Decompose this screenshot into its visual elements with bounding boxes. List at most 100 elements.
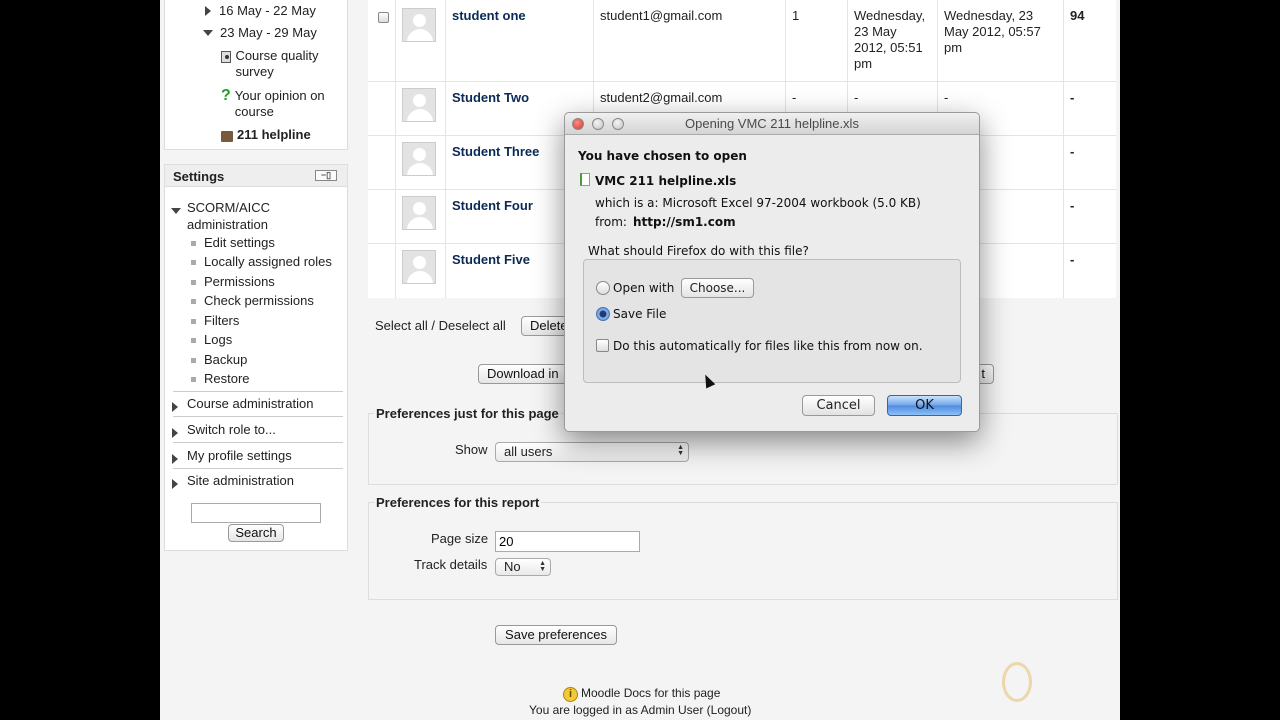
file-icon <box>580 173 590 186</box>
nav-item-week-16-may[interactable]: 16 May - 22 May <box>205 3 316 23</box>
avatar[interactable] <box>402 88 436 122</box>
prefs-report-legend: Preferences for this report <box>374 495 542 510</box>
nav-item-label: 211 helpline <box>237 127 311 142</box>
page-size-input[interactable] <box>495 531 640 552</box>
info-icon: i <box>563 687 578 702</box>
started-on: Wednesday, 23 May 2012, 05:51 pm <box>848 0 938 81</box>
open-with-radio[interactable] <box>596 281 610 295</box>
select-arrows-icon: ▲ ▼ <box>677 444 684 457</box>
bullet-icon <box>191 319 196 324</box>
save-file-radio[interactable] <box>596 307 610 321</box>
navigation-block: 16 May - 22 May 23 May - 29 May Course q… <box>164 0 348 150</box>
divider <box>173 391 343 392</box>
settings-section-site-administration[interactable]: Site administration <box>187 473 294 488</box>
expand-down-icon[interactable] <box>171 208 181 214</box>
select-arrows-icon: ▲ ▼ <box>539 560 546 573</box>
zoom-window-icon[interactable] <box>612 118 624 130</box>
divider <box>173 468 343 469</box>
save-file-label[interactable]: Save File <box>613 307 666 321</box>
ok-button[interactable]: OK <box>887 395 962 416</box>
dialog-title-bar: Opening VMC 211 helpline.xls <box>565 113 979 135</box>
prefs-report-fieldset <box>368 502 1118 600</box>
settings-item-restore[interactable]: Restore <box>204 371 250 386</box>
moodle-docs-link[interactable]: Moodle Docs for this page <box>581 686 720 700</box>
download-dialog: Opening VMC 211 helpline.xls You have ch… <box>564 112 980 432</box>
nav-item-your-opinion[interactable]: ? Your opinion on course <box>221 87 341 120</box>
settings-section-switch-role[interactable]: Switch role to... <box>187 422 276 437</box>
box-icon <box>221 131 233 142</box>
settings-search-input[interactable] <box>191 503 321 523</box>
settings-item-locally-assigned-roles[interactable]: Locally assigned roles <box>204 254 332 269</box>
scorm-admin-toggle[interactable] <box>171 202 181 217</box>
settings-block: Settings −▯ SCORM/AICC administration Ed… <box>164 164 348 551</box>
bullet-icon <box>191 299 196 304</box>
settings-section-my-profile[interactable]: My profile settings <box>187 448 292 463</box>
question-mark-icon: ? <box>221 87 231 104</box>
bullet-icon <box>191 241 196 246</box>
nav-item-label: Your opinion on course <box>234 88 325 119</box>
expand-icon[interactable] <box>172 476 178 492</box>
choose-app-button[interactable]: Choose... <box>681 278 754 298</box>
settings-item-filters[interactable]: Filters <box>204 313 239 328</box>
avatar[interactable] <box>402 196 436 230</box>
track-details-select[interactable]: No ▲ ▼ <box>495 558 551 576</box>
open-with-label[interactable]: Open with <box>613 281 674 295</box>
file-type: which is a: Microsoft Excel 97-2004 work… <box>595 196 921 210</box>
nav-item-211-helpline[interactable]: 211 helpline <box>221 127 311 147</box>
settings-item-check-permissions[interactable]: Check permissions <box>204 293 314 308</box>
bullet-icon <box>191 338 196 343</box>
expand-right-icon[interactable] <box>205 6 211 16</box>
avatar[interactable] <box>402 250 436 284</box>
chosen-heading: You have chosen to open <box>578 149 747 163</box>
close-window-icon[interactable] <box>572 118 584 130</box>
avatar[interactable] <box>402 8 436 42</box>
settings-section-course-administration[interactable]: Course administration <box>187 396 313 411</box>
prefs-page-legend: Preferences just for this page <box>374 406 561 421</box>
nav-item-label: 16 May - 22 May <box>219 3 316 18</box>
student-name-link[interactable]: student one <box>446 0 594 81</box>
auto-action-label[interactable]: Do this automatically for files like thi… <box>613 339 923 353</box>
nav-item-course-quality-survey[interactable]: Course quality survey <box>221 48 341 79</box>
expand-down-icon[interactable] <box>203 30 213 36</box>
settings-header: Settings −▯ <box>165 165 347 187</box>
logged-in-text: You are logged in as Admin User (Logout) <box>529 703 752 717</box>
grade-value: - <box>1070 198 1075 213</box>
settings-item-backup[interactable]: Backup <box>204 352 247 367</box>
settings-item-logs[interactable]: Logs <box>204 332 232 347</box>
settings-item-permissions[interactable]: Permissions <box>204 274 275 289</box>
vidyamantra-logo <box>1002 662 1032 702</box>
scorm-admin-label[interactable]: SCORM/AICC administration <box>187 199 337 233</box>
cancel-button[interactable]: Cancel <box>802 395 875 416</box>
select-all-link[interactable]: Select all / Deselect all <box>375 318 506 333</box>
last-accessed: Wednesday, 23 May 2012, 05:57 pm <box>938 0 1064 81</box>
avatar[interactable] <box>402 142 436 176</box>
settings-search-button[interactable]: Search <box>228 524 284 542</box>
attempts-link[interactable]: 1 <box>786 0 848 81</box>
row-checkbox-cell <box>368 0 396 81</box>
row-select-checkbox[interactable] <box>378 12 389 23</box>
settings-item-edit-settings[interactable]: Edit settings <box>204 235 275 250</box>
settings-title: Settings <box>173 169 225 184</box>
divider <box>173 442 343 443</box>
track-details-label: Track details <box>414 557 488 572</box>
expand-icon[interactable] <box>172 451 178 467</box>
dialog-title: Opening VMC 211 helpline.xls <box>685 116 859 131</box>
bullet-icon <box>191 280 196 285</box>
avatar-cell <box>396 0 446 81</box>
nav-item-label: Course quality survey <box>235 48 319 79</box>
expand-icon[interactable] <box>172 399 178 415</box>
auto-action-checkbox[interactable] <box>596 339 609 352</box>
from-label: from: <box>595 215 627 229</box>
nav-item-week-23-may[interactable]: 23 May - 29 May <box>203 25 317 45</box>
expand-icon[interactable] <box>172 425 178 441</box>
grade-value: - <box>1070 144 1075 159</box>
show-select[interactable]: all users ▲ ▼ <box>495 442 689 462</box>
page-size-label: Page size <box>431 531 489 546</box>
divider <box>173 416 343 417</box>
firefox-question: What should Firefox do with this file? <box>588 244 809 258</box>
save-preferences-button[interactable]: Save preferences <box>495 625 617 645</box>
survey-icon <box>221 51 232 63</box>
dock-block-icon[interactable]: −▯ <box>315 170 337 181</box>
minimize-window-icon[interactable] <box>592 118 604 130</box>
grade-link[interactable]: 94 <box>1064 0 1116 81</box>
